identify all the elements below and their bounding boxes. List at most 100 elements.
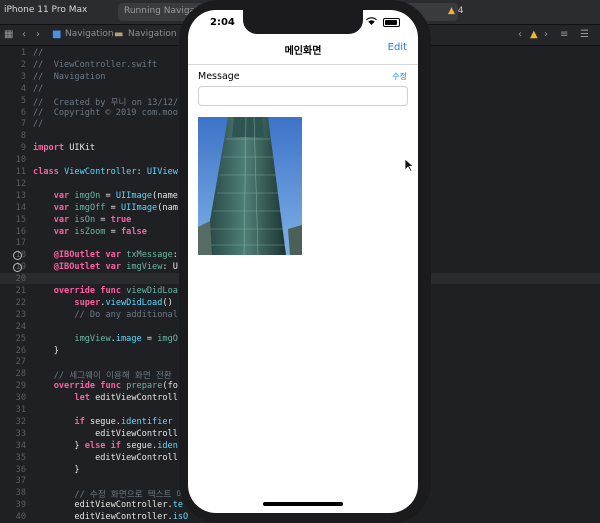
forward-arrow-icon[interactable]: › — [36, 29, 40, 40]
code-line[interactable]: // Navigation — [33, 72, 105, 82]
code-line[interactable]: // 수정 화면으로 텍스트 메 — [33, 488, 184, 500]
code-line[interactable]: editViewController.isO — [33, 512, 188, 522]
code-line[interactable]: @IBOutlet var txMessage: — [33, 250, 178, 260]
line-number: 3 — [20, 71, 26, 82]
message-label: Message — [198, 71, 240, 82]
edit-message-button[interactable]: 수정 — [392, 71, 407, 82]
code-line[interactable]: // — [33, 48, 43, 58]
line-number: 17 — [15, 238, 26, 249]
code-line[interactable]: } — [33, 346, 59, 356]
code-line[interactable]: editViewControll — [33, 453, 178, 463]
simulator-screen: 2:04 메인화면 Edit Message 수정 — [188, 10, 418, 513]
line-number: 12 — [15, 178, 26, 189]
lines-icon[interactable]: ≡ — [560, 29, 568, 40]
code-line[interactable]: super.viewDidLoad() — [33, 298, 172, 308]
code-line[interactable]: imgView.image = imgO — [33, 334, 178, 344]
line-number: 13 — [15, 190, 26, 201]
code-line[interactable]: var imgOn = UIImage(name — [33, 191, 178, 201]
chevron-right-icon[interactable]: › — [544, 29, 548, 40]
line-number: 20 — [15, 274, 26, 285]
battery-icon — [383, 18, 400, 27]
wifi-icon — [366, 17, 380, 28]
code-line[interactable]: import UIKit — [33, 143, 95, 153]
line-number: 30 — [15, 393, 26, 404]
line-number: 1 — [20, 48, 26, 58]
project-icon: ■ — [52, 29, 62, 40]
code-line[interactable]: // Created by 무니 on 13/12/ — [33, 96, 178, 108]
line-number: 11 — [15, 167, 26, 177]
jumpbar-item[interactable]: Navigation — [128, 29, 177, 39]
code-line[interactable]: // Do any additional — [33, 310, 177, 320]
line-number: 38 — [15, 488, 26, 499]
jumpbar-item[interactable]: Navigation — [65, 29, 114, 39]
folder-icon: ▬ — [114, 29, 124, 40]
line-number: 28 — [15, 369, 26, 380]
photo-image-view — [198, 116, 302, 256]
line-number: 14 — [15, 202, 26, 213]
code-line[interactable]: if segue.identifier — [33, 417, 172, 427]
line-number: 8 — [20, 131, 26, 142]
message-field[interactable] — [198, 86, 408, 106]
warning-icon[interactable]: ▲ — [530, 29, 538, 40]
chevron-left-icon[interactable]: ‹ — [518, 29, 522, 40]
line-number: 29 — [15, 381, 26, 392]
line-number: 37 — [15, 476, 26, 487]
line-number: 24 — [15, 321, 26, 332]
back-arrow-icon[interactable]: ‹ — [22, 29, 26, 40]
code-line[interactable]: // 세그웨이 이용해 화면 전환 — [33, 369, 172, 381]
line-number: 5 — [20, 95, 26, 106]
line-number: 4 — [20, 83, 26, 94]
line-number: 40 — [15, 512, 26, 523]
line-number: 7 — [20, 119, 26, 130]
mouse-cursor-icon — [404, 157, 415, 176]
code-line[interactable]: var isOn = true — [33, 215, 132, 225]
home-indicator — [263, 502, 343, 506]
line-number: 35 — [15, 452, 26, 463]
line-number: 6 — [20, 107, 26, 118]
code-line[interactable]: editViewControll — [33, 429, 178, 439]
code-line[interactable]: var isZoom = false — [33, 227, 147, 237]
line-number: 39 — [15, 500, 26, 511]
edit-button[interactable]: Edit — [388, 42, 407, 53]
code-line[interactable]: editViewController.te — [33, 500, 183, 510]
warning-indicator[interactable]: ▲ 4 — [448, 6, 464, 16]
status-time: 2:04 — [210, 17, 235, 28]
line-number: 32 — [15, 416, 26, 427]
code-line[interactable]: let editViewControll — [33, 393, 178, 403]
nav-title: 메인화면 — [284, 46, 322, 57]
line-number: 16 — [15, 226, 26, 237]
inspector-icon[interactable]: ☰ — [580, 29, 589, 40]
grid-icon[interactable]: ▦ — [4, 29, 13, 40]
line-number: 2 — [20, 59, 26, 70]
line-number: 22 — [15, 297, 26, 308]
status-icons — [366, 17, 400, 28]
line-number: 27 — [15, 357, 26, 368]
line-number: 21 — [15, 286, 26, 296]
line-number: 31 — [15, 405, 26, 415]
scheme-selector[interactable]: iPhone 11 Pro Max — [4, 5, 87, 15]
line-number: 10 — [15, 155, 26, 166]
navigation-bar: 메인화면 Edit — [188, 34, 418, 65]
code-line[interactable]: } else if segue.iden — [33, 441, 178, 451]
line-number: 25 — [15, 333, 26, 344]
code-line[interactable]: override func viewDidLoa — [33, 286, 178, 296]
notch — [243, 10, 363, 34]
line-number: 34 — [15, 440, 26, 451]
code-line[interactable]: // Copyright © 2019 com.moo — [33, 108, 178, 118]
code-line[interactable]: // ViewController.swift — [33, 60, 157, 70]
code-line[interactable]: class ViewController: UIView — [33, 167, 178, 177]
line-number: 36 — [15, 464, 26, 475]
code-line[interactable]: @IBOutlet var imgView: U — [33, 262, 178, 272]
line-number: 26 — [15, 345, 26, 356]
line-number: 15 — [15, 214, 26, 225]
line-number: 33 — [15, 428, 26, 439]
code-line[interactable]: var imgOff = UIImage(nam — [33, 203, 178, 213]
line-number: 23 — [15, 309, 26, 320]
code-line[interactable]: override func prepare(fo — [33, 381, 178, 391]
warning-icon: ▲ — [448, 6, 455, 16]
line-number: 9 — [20, 143, 26, 154]
code-line[interactable]: // — [33, 119, 43, 129]
code-line[interactable]: // — [33, 84, 43, 94]
warning-count: 4 — [457, 6, 464, 16]
code-line[interactable]: } — [33, 465, 79, 475]
